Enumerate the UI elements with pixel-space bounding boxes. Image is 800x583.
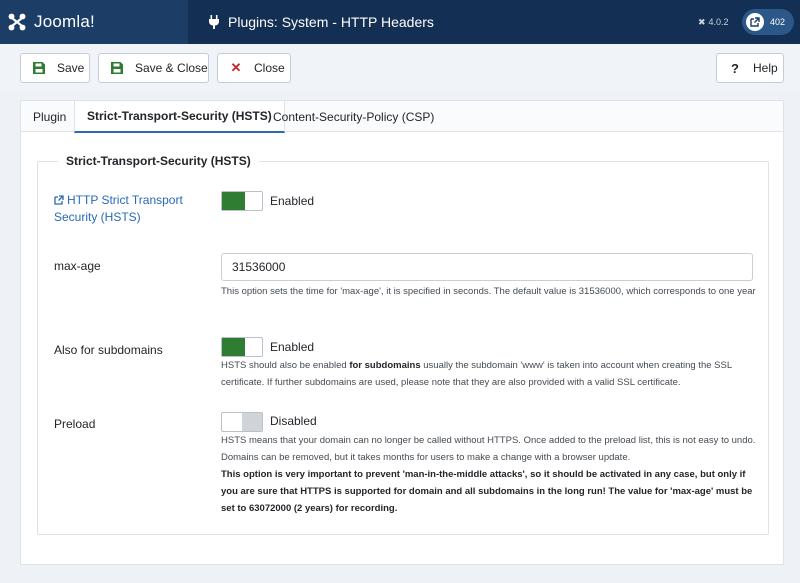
toggle-off-indicator [242,413,262,431]
save-close-button[interactable]: Save & Close [98,53,209,83]
close-label: Close [254,61,285,75]
tab-plugin[interactable]: Plugin [21,101,78,132]
save-icon [33,62,45,74]
joomla-small-icon: ✖ [698,16,706,27]
save-label: Save [57,61,85,75]
plug-icon [209,15,219,29]
subdomains-help-bold: for subdomains [349,360,421,371]
page-title: Plugins: System - HTTP Headers [228,14,434,30]
external-link-icon [54,195,64,205]
help-button[interactable]: ? Help [716,53,784,83]
preload-label: Preload [54,417,96,431]
toggle-on-indicator [222,192,245,210]
toggle-on-indicator [222,338,245,356]
help-label: Help [753,61,778,75]
max-age-help: This option sets the time for 'max-age',… [221,286,756,297]
plugin-edit-card: Plugin Strict-Transport-Security (HSTS) … [20,100,784,565]
hsts-toggle[interactable] [221,191,263,211]
version-number: 4.0.2 [708,17,729,27]
subdomains-toggle[interactable] [221,337,263,357]
notification-count: 402 [770,17,786,27]
save-icon [111,62,123,74]
preload-help-warning: This option is very important to prevent… [221,469,753,514]
hsts-label[interactable]: HTTP Strict Transport Security (HSTS) [54,192,194,226]
brand[interactable]: Joomla! [0,0,188,44]
preload-toggle[interactable] [221,412,263,432]
top-header: Joomla! Plugins: System - HTTP Headers ✖… [0,0,800,44]
save-close-label: Save & Close [135,61,208,75]
version-info: ✖ 4.0.2 [698,0,729,44]
close-button[interactable]: ✕ Close [217,53,291,83]
tab-csp[interactable]: Content-Security-Policy (CSP) [261,101,446,132]
hsts-label-text[interactable]: HTTP Strict Transport Security (HSTS) [54,193,183,224]
hsts-state: Enabled [270,194,315,208]
subdomains-help: HSTS should also be enabled for subdomai… [221,357,761,391]
post-install-messages-button[interactable]: 402 [742,9,794,35]
subdomains-label: Also for subdomains [54,343,163,357]
save-button[interactable]: Save [20,53,90,83]
tab-bar: Plugin Strict-Transport-Security (HSTS) … [21,101,783,133]
tab-hsts[interactable]: Strict-Transport-Security (HSTS) [74,101,285,133]
hsts-fieldset: Strict-Transport-Security (HSTS) HTTP St… [37,154,769,535]
fieldset-legend: Strict-Transport-Security (HSTS) [58,154,259,168]
preload-help-text: HSTS means that your domain can no longe… [221,435,756,463]
close-icon: ✕ [230,60,242,75]
external-link-icon [746,13,764,31]
subdomains-help-pre: HSTS should also be enabled [221,360,350,371]
joomla-logo-icon [8,13,26,31]
subdomains-state: Enabled [270,340,315,354]
question-icon: ? [731,60,739,76]
preload-state: Disabled [270,414,317,428]
toolbar: Save Save & Close ✕ Close ? Help [0,44,800,92]
max-age-input[interactable] [221,253,753,281]
brand-name: Joomla! [34,12,95,31]
preload-help: HSTS means that your domain can no longe… [221,432,761,517]
max-age-label: max-age [54,259,101,273]
